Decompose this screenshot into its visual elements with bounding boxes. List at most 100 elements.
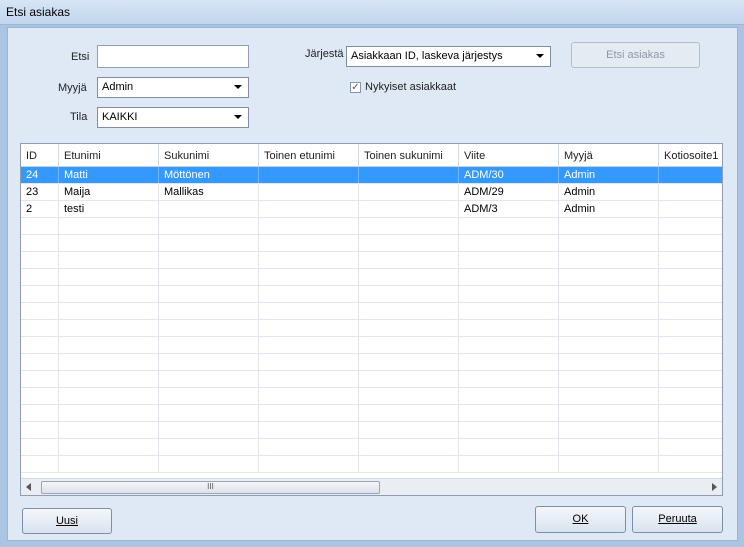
- table-row[interactable]: 23 Maija Mallikas ADM/29 Admin: [21, 184, 722, 201]
- search-input[interactable]: [97, 45, 249, 68]
- empty-cell: [659, 320, 722, 336]
- empty-cell: [259, 303, 359, 319]
- empty-cell: [659, 405, 722, 421]
- scroll-right-icon[interactable]: [712, 483, 717, 491]
- table-cell: 2: [21, 201, 59, 217]
- empty-cell: [59, 354, 159, 370]
- column-header[interactable]: Etunimi: [59, 144, 159, 166]
- empty-cell: [659, 422, 722, 438]
- ok-button-label: OK: [572, 513, 589, 525]
- column-header[interactable]: Sukunimi: [159, 144, 259, 166]
- empty-row: [21, 320, 722, 337]
- empty-cell: [559, 303, 659, 319]
- empty-row: [21, 371, 722, 388]
- column-header[interactable]: ID: [21, 144, 59, 166]
- empty-cell: [459, 439, 559, 455]
- table-cell: Admin: [559, 184, 659, 200]
- scroll-thumb[interactable]: III: [41, 481, 380, 494]
- empty-cell: [259, 354, 359, 370]
- scroll-left-icon[interactable]: [26, 483, 31, 491]
- empty-cell: [159, 235, 259, 251]
- table-cell: Mallikas: [159, 184, 259, 200]
- horizontal-scrollbar[interactable]: III: [21, 478, 722, 495]
- table-cell: 24: [21, 167, 59, 183]
- table-cell: Matti: [59, 167, 159, 183]
- seller-value: Admin: [102, 81, 134, 93]
- empty-row: [21, 388, 722, 405]
- table-cell: [659, 201, 722, 217]
- cancel-button[interactable]: Peruuta: [632, 506, 723, 533]
- empty-cell: [359, 388, 459, 404]
- empty-cell: [359, 235, 459, 251]
- empty-cell: [259, 218, 359, 234]
- empty-cell: [259, 422, 359, 438]
- empty-cell: [359, 456, 459, 472]
- empty-cell: [359, 337, 459, 353]
- empty-cell: [459, 303, 559, 319]
- table-cell: ADM/30: [459, 167, 559, 183]
- table-row[interactable]: 24 Matti Möttönen ADM/30 Admin: [21, 167, 722, 184]
- empty-row: [21, 439, 722, 456]
- customer-table: ID Etunimi Sukunimi Toinen etunimi Toine…: [20, 143, 723, 496]
- empty-cell: [459, 388, 559, 404]
- ok-button[interactable]: OK: [535, 506, 626, 533]
- empty-cell: [659, 354, 722, 370]
- order-select[interactable]: Asiakkaan ID, laskeva järjestys: [346, 46, 551, 67]
- status-label: Tila: [70, 111, 88, 123]
- column-header[interactable]: Viite: [459, 144, 559, 166]
- empty-cell: [359, 371, 459, 387]
- empty-cell: [21, 439, 59, 455]
- table-row[interactable]: 2 testi ADM/3 Admin: [21, 201, 722, 218]
- status-select[interactable]: KAIKKI: [97, 107, 249, 128]
- empty-cell: [559, 371, 659, 387]
- empty-row: [21, 456, 722, 473]
- seller-select[interactable]: Admin: [97, 77, 249, 98]
- chevron-down-icon: [234, 115, 242, 119]
- empty-cell: [159, 439, 259, 455]
- table-cell: Maija: [59, 184, 159, 200]
- search-customer-button[interactable]: Etsi asiakas: [571, 42, 700, 68]
- table-cell: [259, 201, 359, 217]
- empty-cell: [59, 405, 159, 421]
- empty-cell: [59, 286, 159, 302]
- empty-cell: [21, 371, 59, 387]
- empty-cell: [59, 388, 159, 404]
- empty-cell: [159, 371, 259, 387]
- empty-cell: [259, 320, 359, 336]
- empty-cell: [359, 286, 459, 302]
- empty-cell: [659, 337, 722, 353]
- empty-cell: [359, 320, 459, 336]
- table-cell: [359, 167, 459, 183]
- status-value: KAIKKI: [102, 111, 138, 123]
- table-cell: Möttönen: [159, 167, 259, 183]
- column-header[interactable]: Kotiosoite1: [659, 144, 722, 166]
- current-customers-checkbox[interactable]: ✓: [350, 82, 361, 93]
- cancel-button-label: Peruuta: [658, 513, 697, 525]
- empty-cell: [259, 252, 359, 268]
- empty-row: [21, 303, 722, 320]
- empty-cell: [159, 337, 259, 353]
- empty-cell: [21, 320, 59, 336]
- empty-cell: [659, 252, 722, 268]
- column-header[interactable]: Toinen sukunimi: [359, 144, 459, 166]
- empty-cell: [21, 252, 59, 268]
- column-header[interactable]: Myyjä: [559, 144, 659, 166]
- empty-cell: [659, 286, 722, 302]
- empty-row: [21, 354, 722, 371]
- empty-cell: [359, 269, 459, 285]
- empty-cell: [159, 218, 259, 234]
- column-header[interactable]: Toinen etunimi: [259, 144, 359, 166]
- empty-cell: [59, 320, 159, 336]
- table-cell: [259, 167, 359, 183]
- empty-cell: [359, 439, 459, 455]
- new-button[interactable]: Uusi: [22, 508, 112, 534]
- empty-cell: [21, 456, 59, 472]
- empty-row: [21, 337, 722, 354]
- empty-cell: [659, 235, 722, 251]
- table-header: ID Etunimi Sukunimi Toinen etunimi Toine…: [21, 144, 722, 167]
- empty-row: [21, 218, 722, 235]
- order-value: Asiakkaan ID, laskeva järjestys: [351, 50, 503, 62]
- empty-cell: [159, 303, 259, 319]
- empty-cell: [259, 235, 359, 251]
- empty-cell: [659, 388, 722, 404]
